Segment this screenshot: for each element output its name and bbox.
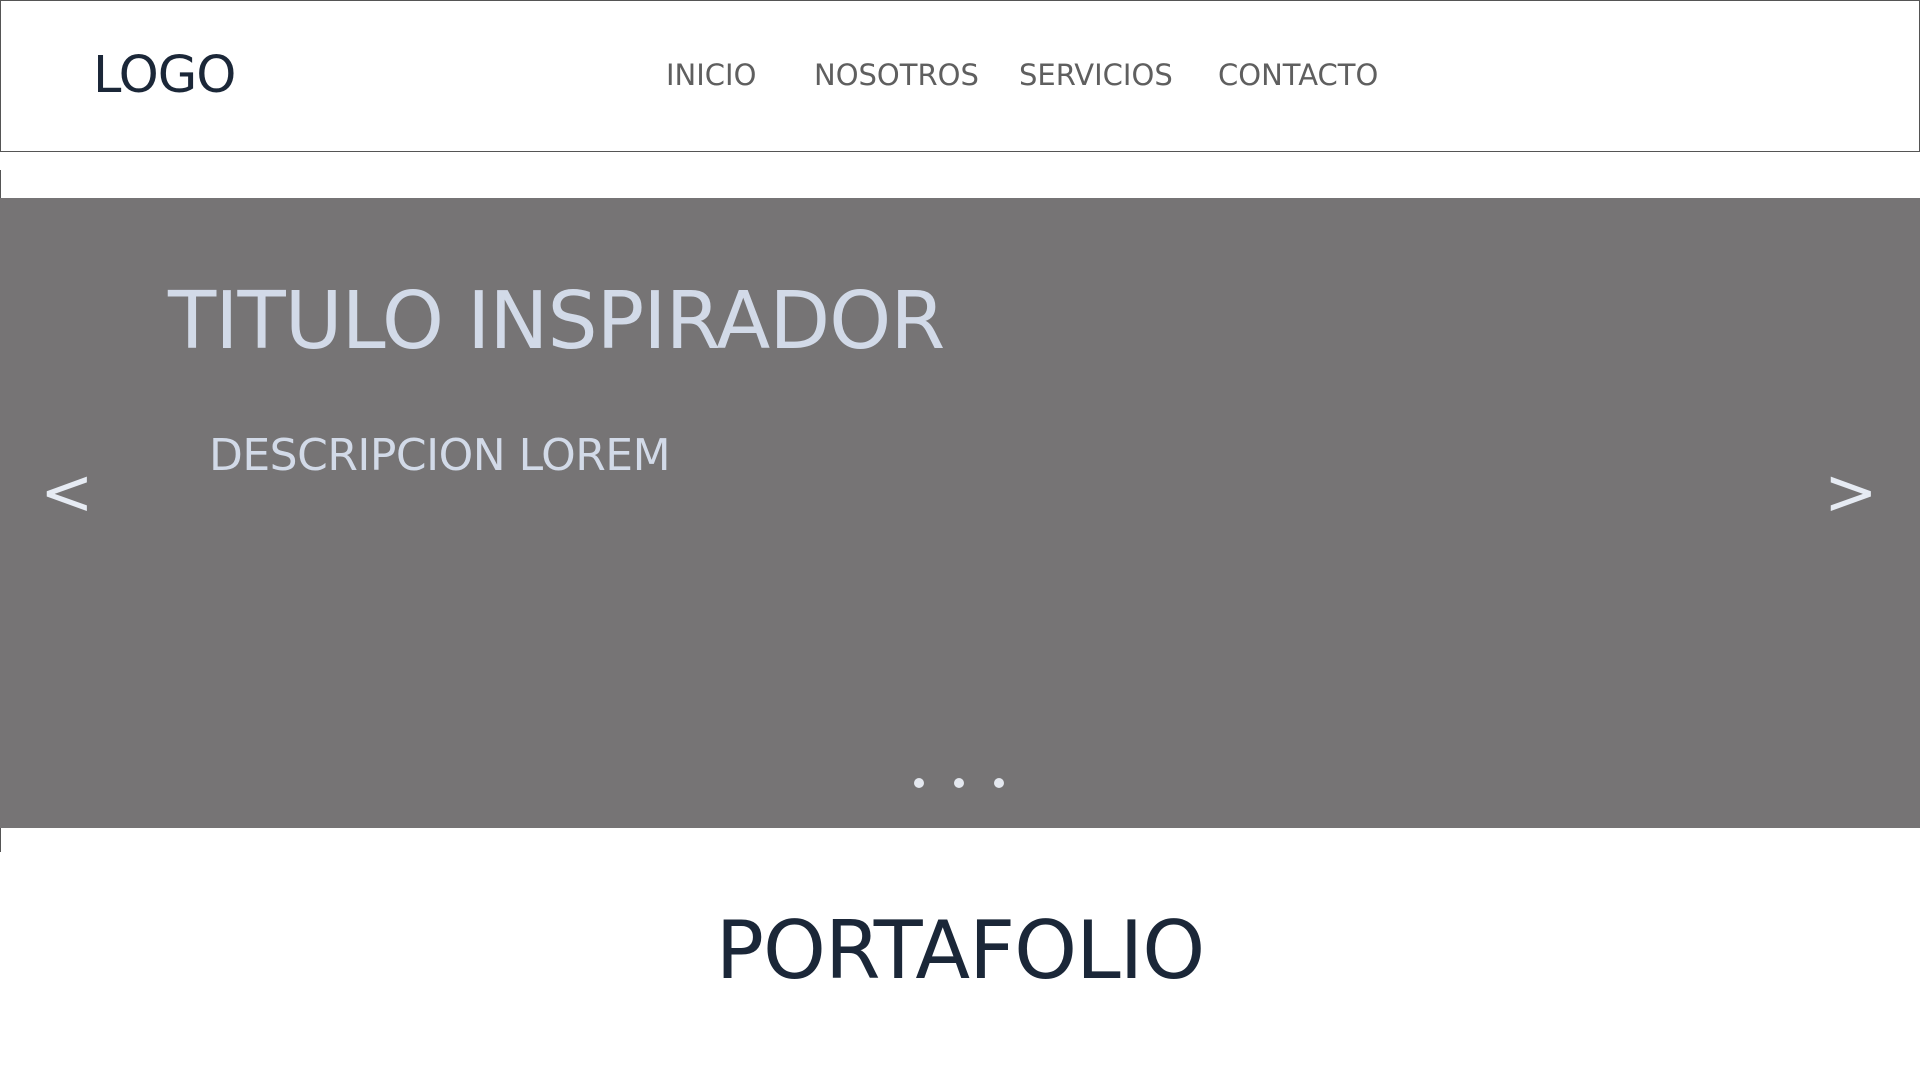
nav-item-contacto[interactable]: CONTACTO xyxy=(1218,58,1378,92)
carousel-dot[interactable] xyxy=(994,778,1004,788)
carousel-dot[interactable] xyxy=(954,778,964,788)
logo[interactable]: LOGO xyxy=(93,45,236,107)
nav-item-inicio[interactable]: INICIO xyxy=(666,58,756,92)
carousel-dot[interactable] xyxy=(914,778,924,788)
site-header: LOGO INICIO NOSOTROS SERVICIOS CONTACTO xyxy=(0,0,1920,152)
hero-title: TITULO INSPIRADOR xyxy=(168,275,945,367)
hero-carousel: TITULO INSPIRADOR DESCRIPCION LOREM < > xyxy=(0,198,1920,828)
carousel-next-button[interactable]: > xyxy=(1824,458,1878,528)
hero-description: DESCRIPCION LOREM xyxy=(209,430,671,481)
carousel-prev-button[interactable]: < xyxy=(40,458,94,528)
portfolio-title: PORTAFOLIO xyxy=(715,904,1205,997)
nav-item-nosotros[interactable]: NOSOTROS xyxy=(814,58,979,92)
nav-item-servicios[interactable]: SERVICIOS xyxy=(1019,58,1173,92)
